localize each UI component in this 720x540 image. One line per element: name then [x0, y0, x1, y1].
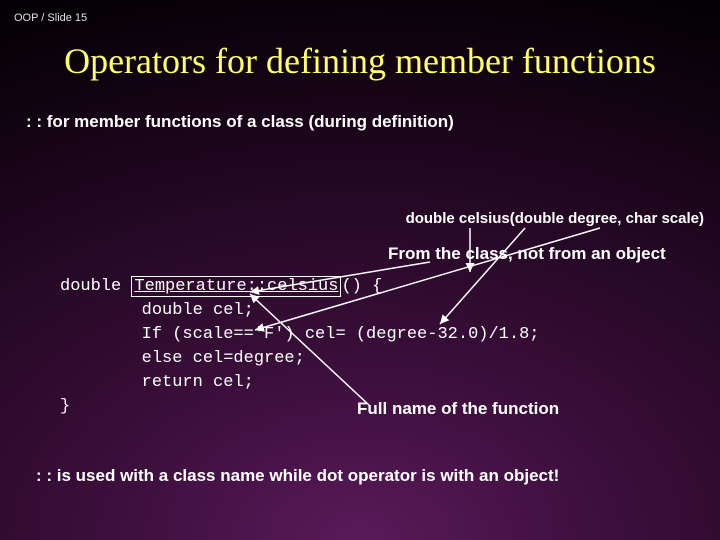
code-scope-boxed: Temperature::celsius [131, 276, 341, 297]
code-line-1a: double [60, 277, 131, 296]
breadcrumb: OOP / Slide 15 [14, 12, 87, 24]
annotation-class-not-object: From the class, not from an object [388, 244, 666, 264]
code-line-4: else cel=degree; [60, 349, 305, 368]
code-line-3: If (scale=='F') cel= (degree-32.0)/1.8; [60, 325, 539, 344]
subheading: : : for member functions of a class (dur… [26, 112, 454, 132]
footer-note: : : is used with a class name while dot … [36, 466, 559, 486]
code-line-1c: () { [341, 277, 382, 296]
code-line-6: } [60, 397, 70, 416]
code-block: double Temperature::celsius() { double c… [60, 275, 539, 419]
slide: OOP / Slide 15 Operators for defining me… [0, 0, 720, 540]
function-signature: double celsius(double degree, char scale… [406, 210, 704, 227]
code-line-5: return cel; [60, 373, 254, 392]
slide-title: Operators for defining member functions [0, 40, 720, 82]
annotation-full-name: Full name of the function [357, 399, 559, 419]
code-line-2: double cel; [60, 301, 254, 320]
